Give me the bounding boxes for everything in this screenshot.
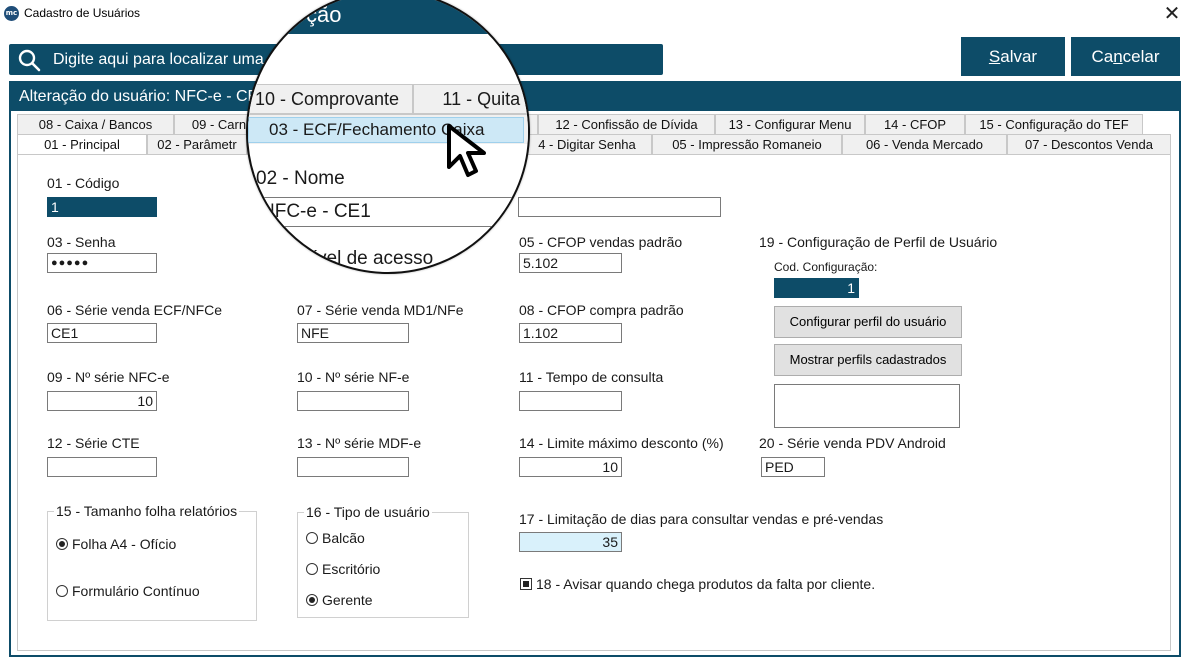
checkbox-label: 18 - Avisar quando chega produtos da fal… [536, 576, 876, 592]
cancel-accel: n [1113, 47, 1123, 66]
senha-label: 03 - Senha [47, 234, 116, 250]
serie-pdv-label: 20 - Série venda PDV Android [759, 435, 946, 451]
codigo-label: 01 - Código [47, 175, 120, 191]
cod-config-field[interactable]: 1 [774, 278, 859, 298]
save-accel: S [988, 47, 1001, 66]
radio-label: Balcão [322, 530, 365, 546]
tab-venda-mercado[interactable]: 06 - Venda Mercado [842, 134, 1007, 154]
radio-label: Folha A4 - Ofício [72, 536, 177, 552]
cancel-label-pre: Ca [1091, 47, 1114, 66]
serie-nfce-field[interactable]: 10 [47, 391, 157, 411]
radio-gerente[interactable]: Gerente [306, 592, 373, 608]
radio-label: Gerente [322, 592, 373, 608]
nome-field[interactable]: NFC-e - CE1 [256, 197, 528, 227]
codigo-field[interactable]: 1 [47, 197, 157, 217]
tab-quitacao[interactable]: 11 - Quita [413, 84, 528, 114]
app-logo-icon: mc [4, 6, 19, 21]
save-label: alvar [1000, 47, 1038, 66]
tab-row-2: 01 - Principal 02 - Parâmetr 4 - Digitar… [17, 134, 1171, 154]
title-bar: mc Cadastro de Usuários ✕ [0, 0, 1189, 28]
tab-parametros[interactable]: 02 - Parâmetr [147, 134, 247, 154]
radio-dot [306, 563, 318, 575]
tab-comprovante[interactable]: 10 - Comprovante [248, 84, 414, 114]
tipo-usuario-title: 16 - Tipo de usuário [304, 504, 432, 520]
radio-formulario-continuo[interactable]: Formulário Contínuo [56, 583, 200, 599]
serie-mdfe-label: 13 - Nº série MDF-e [297, 435, 422, 451]
serie-pdv-field[interactable]: PED [761, 457, 825, 477]
perfil-label: 19 - Configuração de Perfil de Usuário [759, 234, 998, 250]
tab-configurar-menu[interactable]: 13 - Configurar Menu [715, 114, 865, 134]
checkbox-box [520, 578, 532, 590]
serie-ecf-field[interactable]: CE1 [47, 323, 157, 343]
tab-confissao-divida[interactable]: 12 - Confissão de Dívida [538, 114, 715, 134]
nome-field-tail[interactable] [518, 197, 721, 217]
tipo-usuario-group: 16 - Tipo de usuário Balcão Escritório G… [297, 504, 469, 618]
radio-folha-a4[interactable]: Folha A4 - Ofício [56, 536, 176, 552]
cfop-vendas-field[interactable]: 5.102 [519, 253, 622, 273]
serie-md1-label: 07 - Série venda MD1/NFe [297, 302, 464, 318]
radio-escritorio[interactable]: Escritório [306, 561, 380, 577]
serie-cte-field[interactable] [47, 457, 157, 477]
serie-nfce-label: 09 - Nº série NFC-e [47, 369, 170, 385]
window-title: Cadastro de Usuários [24, 6, 141, 20]
magnifier-header: ção [248, 0, 528, 34]
serie-nfe-label: 10 - Nº série NF-e [297, 369, 410, 385]
radio-dot [306, 594, 318, 606]
tempo-consulta-label: 11 - Tempo de consulta [519, 369, 664, 385]
mostrar-perfis-button[interactable]: Mostrar perfils cadastrados [774, 344, 962, 376]
mouse-cursor-icon [447, 124, 486, 177]
save-button[interactable]: Salvar [961, 37, 1065, 76]
magnifier-tabs: 10 - Comprovante 11 - Quita [248, 84, 528, 114]
tab-row-1: 08 - Caixa / Bancos 09 - Carn 12 - Confi… [17, 114, 1143, 134]
radio-balcao[interactable]: Balcão [306, 530, 365, 546]
nome-label: 02 - Nome [256, 168, 345, 189]
tab-principal[interactable]: 01 - Principal [17, 134, 147, 154]
cancel-button[interactable]: Cancelar [1071, 37, 1180, 76]
tab-impressao-romaneio[interactable]: 05 - Impressão Romaneio [652, 134, 842, 154]
cancel-label-post: celar [1122, 47, 1160, 66]
limite-desconto-label: 14 - Limite máximo desconto (%) [519, 435, 724, 451]
cfop-compra-label: 08 - CFOP compra padrão [519, 302, 684, 318]
tab-descontos-venda[interactable]: 07 - Descontos Venda [1007, 134, 1171, 154]
radio-dot [56, 538, 68, 550]
tab-configuracao-tef[interactable]: 15 - Configuração do TEF [965, 114, 1143, 134]
tempo-consulta-field[interactable] [519, 391, 622, 411]
tab-cfop[interactable]: 14 - CFOP [865, 114, 965, 134]
radio-dot [306, 532, 318, 544]
configurar-perfil-button[interactable]: Configurar perfil do usuário [774, 306, 962, 338]
tab-digitar-senha[interactable]: 4 - Digitar Senha [522, 134, 652, 154]
tab-content-principal: 01 - Código 1 03 - Senha ●●●●● 06 - Séri… [17, 154, 1171, 651]
avisar-checkbox[interactable]: 18 - Avisar quando chega produtos da fal… [520, 576, 875, 592]
serie-ecf-label: 06 - Série venda ECF/NFCe [47, 302, 223, 318]
nivel-acesso-label: Nível de acesso [298, 248, 434, 269]
user-form-panel: Alteração do usuário: NFC-e - CE 08 - Ca… [9, 81, 1181, 657]
radio-dot [56, 585, 68, 597]
magnifier-header-text: ção [306, 2, 342, 27]
tamanho-folha-group: 15 - Tamanho folha relatórios Folha A4 -… [47, 503, 257, 621]
limitacao-dias-field[interactable]: 35 [519, 532, 622, 552]
close-icon[interactable]: ✕ [1161, 2, 1183, 24]
cod-config-label: Cod. Configuração: [774, 260, 878, 274]
serie-nfe-field[interactable] [297, 391, 409, 411]
radio-label: Formulário Contínuo [72, 583, 200, 599]
perfil-list-box[interactable] [774, 384, 960, 428]
serie-mdfe-field[interactable] [297, 457, 409, 477]
senha-field[interactable]: ●●●●● [47, 253, 157, 273]
limite-desconto-field[interactable]: 10 [519, 457, 622, 477]
serie-cte-label: 12 - Série CTE [47, 435, 140, 451]
cfop-vendas-label: 05 - CFOP vendas padrão [519, 234, 683, 250]
limitacao-dias-label: 17 - Limitação de dias para consultar ve… [519, 511, 884, 527]
radio-label: Escritório [322, 561, 381, 577]
serie-md1-field[interactable]: NFE [297, 323, 409, 343]
cfop-compra-field[interactable]: 1.102 [519, 323, 622, 343]
tamanho-folha-title: 15 - Tamanho folha relatórios [54, 503, 240, 519]
tab-caixa-bancos[interactable]: 08 - Caixa / Bancos [17, 114, 174, 134]
panel-header: Alteração do usuário: NFC-e - CE [11, 83, 1179, 111]
search-icon [18, 49, 41, 72]
